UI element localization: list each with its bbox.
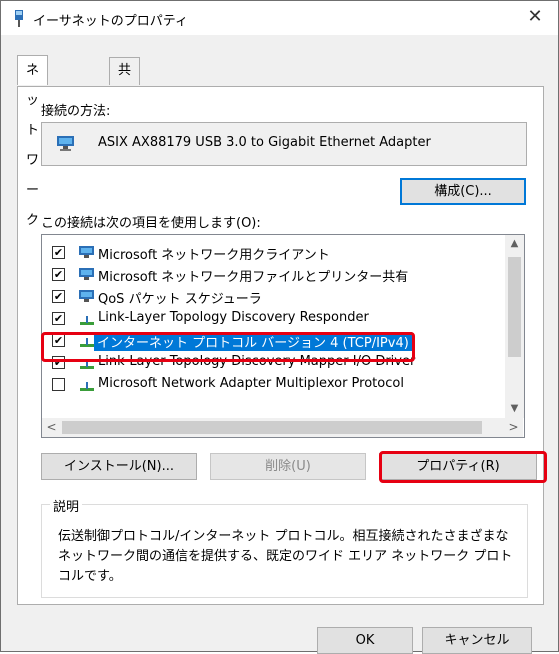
window-title: イーサネットのプロパティ — [33, 14, 188, 29]
chevron-right-icon[interactable]: > — [504, 418, 523, 437]
list-item[interactable]: ✔ Microsoft ネットワーク用クライアント — [42, 242, 504, 264]
tab-sharing[interactable]: 共有 — [109, 57, 141, 104]
list-item[interactable]: ✔ Link-Layer Topology Discovery Mapper I… — [42, 352, 504, 374]
network-service-icon — [78, 267, 96, 283]
protocol-icon — [78, 377, 96, 393]
item-label: インターネット プロトコル バージョン 4 (TCP/IPv4) — [94, 332, 412, 351]
item-label: Microsoft ネットワーク用クライアント — [98, 248, 330, 263]
item-checkbox[interactable]: ✔ — [52, 334, 65, 347]
configure-button[interactable]: 構成(C)... — [400, 178, 526, 205]
horizontal-scrollbar[interactable]: < > — [42, 418, 523, 437]
protocol-icon — [78, 311, 96, 327]
tab-network[interactable]: ネットワーク — [17, 55, 49, 228]
chevron-up-icon[interactable]: ▲ — [505, 235, 524, 253]
cancel-button[interactable]: キャンセル — [422, 627, 532, 654]
item-label: Link-Layer Topology Discovery Mapper I/O… — [98, 354, 416, 369]
items-label: この接続は次の項目を使用します(O): — [41, 216, 261, 231]
properties-button[interactable]: プロパティ(R) — [379, 453, 537, 480]
item-label: Microsoft Network Adapter Multiplexor Pr… — [98, 376, 404, 391]
item-checkbox[interactable]: ✔ — [52, 312, 65, 325]
item-checkbox[interactable]: ✔ — [52, 268, 65, 281]
network-adapter-icon — [13, 9, 25, 29]
list-item[interactable]: ✔ QoS パケット スケジューラ — [42, 286, 504, 308]
install-button[interactable]: インストール(N)... — [41, 453, 197, 480]
title-bar: イーサネットのプロパティ ✕ — [1, 1, 558, 35]
uninstall-button[interactable]: 削除(U) — [210, 453, 366, 480]
connect-using-label: 接続の方法: — [41, 104, 111, 119]
description-title: 説明 — [50, 496, 83, 515]
list-item[interactable]: Microsoft Network Adapter Multiplexor Pr… — [42, 374, 504, 396]
chevron-down-icon[interactable]: ▼ — [505, 400, 524, 418]
list-item[interactable]: ✔ Link-Layer Topology Discovery Responde… — [42, 308, 504, 330]
network-adapter-icon — [56, 135, 76, 151]
network-service-icon — [78, 289, 96, 305]
item-checkbox[interactable] — [52, 378, 65, 391]
chevron-left-icon[interactable]: < — [42, 418, 61, 437]
item-checkbox[interactable]: ✔ — [52, 290, 65, 303]
scrollbar-thumb[interactable] — [508, 257, 521, 357]
network-client-icon — [78, 245, 96, 261]
list-item-selected[interactable]: ✔ インターネット プロトコル バージョン 4 (TCP/IPv4) — [42, 330, 504, 352]
close-button[interactable]: ✕ — [512, 1, 558, 35]
adapter-name: ASIX AX88179 USB 3.0 to Gigabit Ethernet… — [98, 135, 431, 150]
item-label: QoS パケット スケジューラ — [98, 292, 262, 307]
description-group: 説明 伝送制御プロトコル/インターネット プロトコル。相互接続されたさまざまなネ… — [41, 496, 528, 598]
item-label: Microsoft ネットワーク用ファイルとプリンター共有 — [98, 270, 409, 285]
protocol-icon — [78, 355, 96, 371]
ok-button[interactable]: OK — [317, 627, 413, 654]
properties-dialog: イーサネットのプロパティ ✕ ネットワーク 共有 接続の方法: ASIX AX8… — [0, 0, 559, 654]
close-icon[interactable]: ✕ — [527, 6, 542, 27]
components-list[interactable]: ✔ Microsoft ネットワーク用クライアント ✔ Microsoft ネッ… — [41, 234, 525, 438]
vertical-scrollbar[interactable]: ▲ ▼ — [505, 235, 524, 418]
item-label: Link-Layer Topology Discovery Responder — [98, 310, 369, 325]
item-checkbox[interactable]: ✔ — [52, 356, 65, 369]
scrollbar-thumb[interactable] — [62, 421, 482, 434]
list-item[interactable]: ✔ Microsoft ネットワーク用ファイルとプリンター共有 — [42, 264, 504, 286]
item-checkbox[interactable]: ✔ — [52, 246, 65, 259]
description-text: 伝送制御プロトコル/インターネット プロトコル。相互接続されたさまざまなネットワ… — [58, 529, 513, 584]
adapter-box: ASIX AX88179 USB 3.0 to Gigabit Ethernet… — [41, 122, 527, 166]
